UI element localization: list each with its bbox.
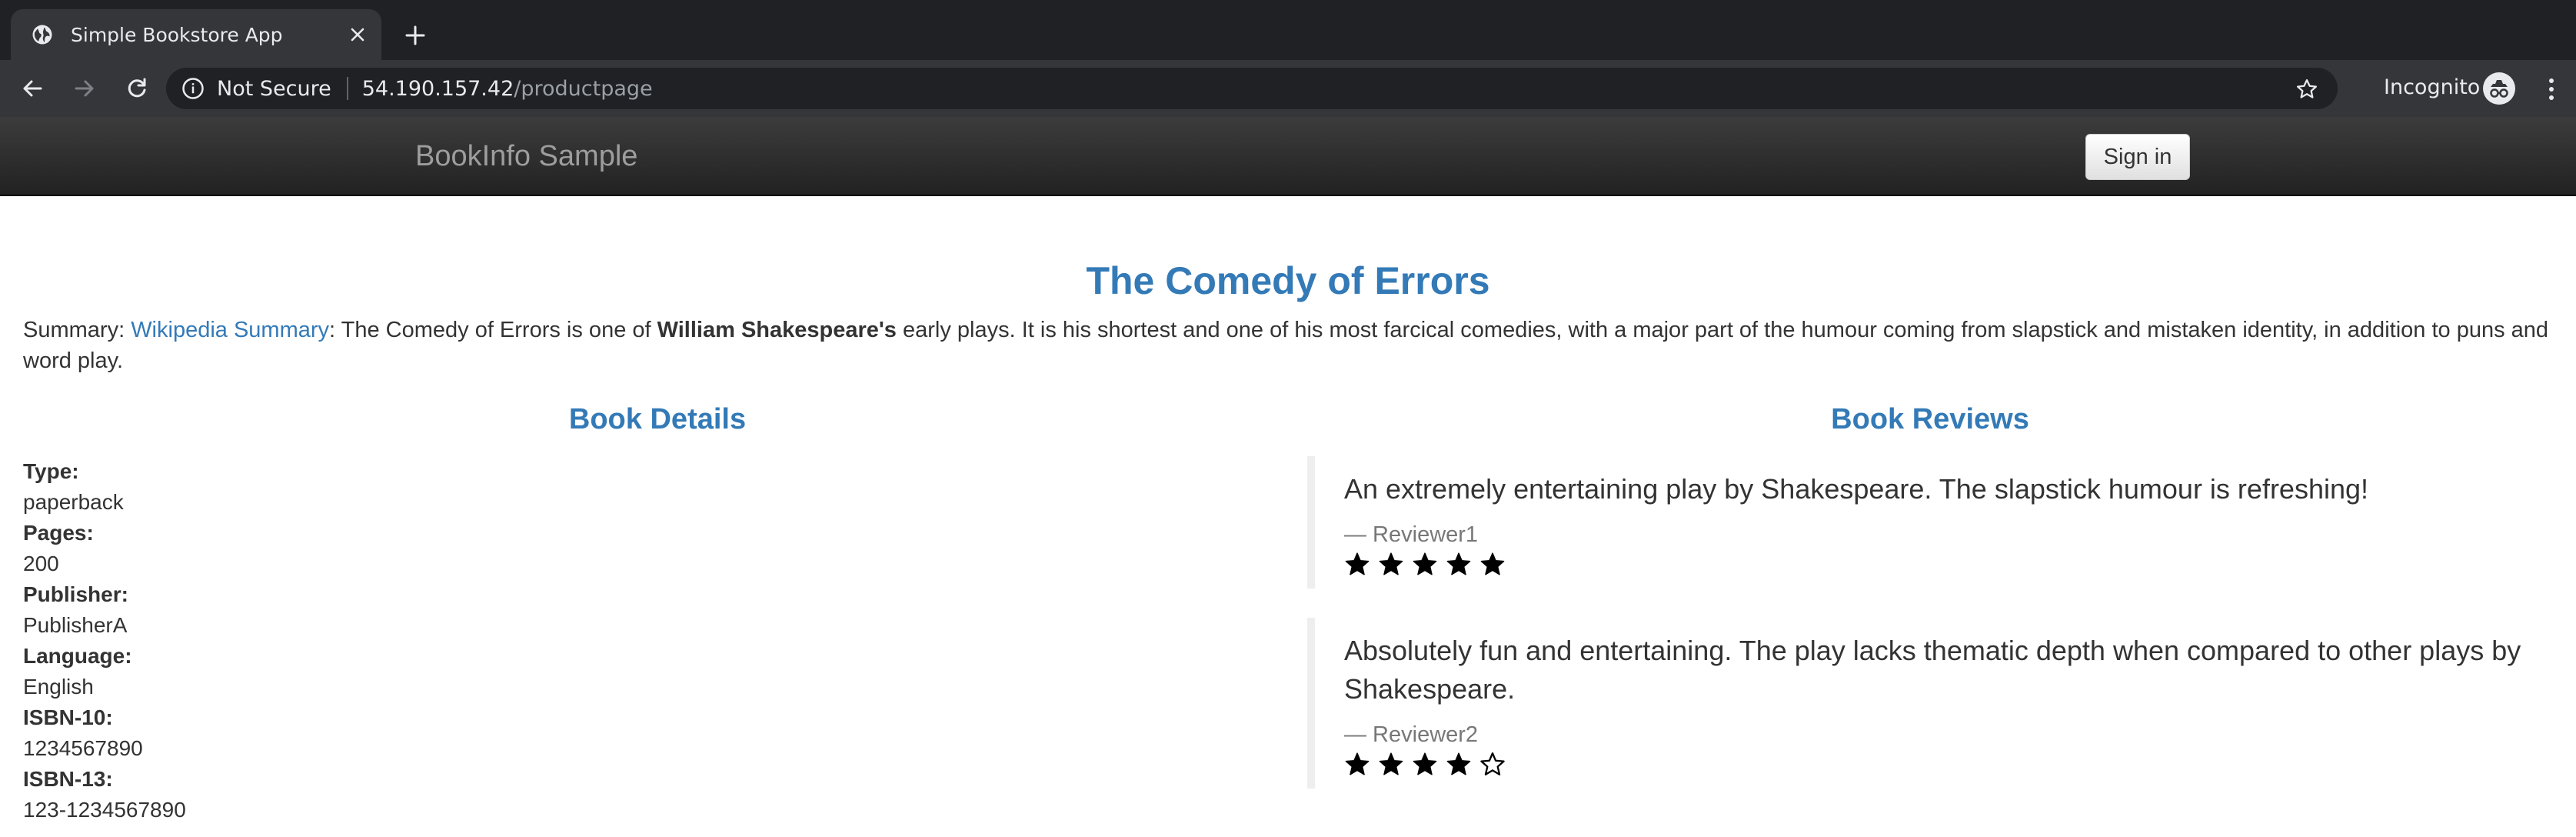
book-details-heading: Book Details [568, 403, 747, 435]
detail-label-publisher: Publisher: [23, 582, 128, 606]
sign-in-button[interactable]: Sign in [2085, 134, 2190, 180]
main-content: The Comedy of Errors Summary: Wikipedia … [0, 196, 2576, 825]
review-item: An extremely entertaining play by Shakes… [1307, 456, 2553, 589]
tab-title: Simple Bookstore App [71, 23, 283, 46]
incognito-icon[interactable] [2482, 72, 2516, 105]
star-filled-icon [1345, 752, 1370, 775]
book-reviews-heading: Book Reviews [1831, 403, 2029, 435]
site-navbar: BookInfo Sample Sign in [0, 117, 2576, 196]
star-filled-icon [1446, 552, 1471, 575]
back-arrow-icon[interactable] [11, 67, 54, 110]
review-text: An extremely entertaining play by Shakes… [1344, 473, 2369, 505]
content-columns: Book Details Type: paperback Pages: 200 … [23, 399, 2553, 825]
star-filled-icon [1345, 552, 1370, 575]
book-reviews-section: Book Reviews An extremely entertaining p… [1307, 399, 2553, 825]
star-filled-icon [1413, 552, 1437, 575]
star-filled-icon [1446, 752, 1471, 775]
star-rating [1344, 752, 2553, 778]
incognito-label: Incognito [2384, 75, 2481, 99]
close-tab-icon[interactable] [344, 22, 371, 48]
detail-value-isbn13: 123-1234567890 [23, 798, 186, 822]
browser-toolbar: Not Secure 54.190.157.42 /productpage In… [0, 60, 2576, 117]
new-tab-plus-icon[interactable] [400, 20, 431, 51]
address-bar[interactable]: Not Secure 54.190.157.42 /productpage [166, 68, 2338, 109]
star-filled-icon [1480, 552, 1505, 575]
detail-label-language: Language: [23, 644, 132, 668]
page-title: The Comedy of Errors [1086, 259, 1490, 302]
bookmark-star-icon[interactable] [2291, 74, 2322, 105]
detail-value-language: English [23, 675, 94, 699]
browser-tabstrip: Simple Bookstore App [0, 0, 2576, 60]
url-path: /productpage [514, 76, 653, 101]
url-host: 54.190.157.42 [361, 76, 514, 101]
summary-author: William Shakespeare's [657, 318, 897, 342]
review-item: Absolutely fun and entertaining. The pla… [1307, 618, 2553, 789]
address-separator [346, 77, 348, 100]
summary-text-1: : The Comedy of Errors is one of [329, 318, 657, 342]
star-filled-icon [1379, 552, 1403, 575]
summary-label: Summary: [23, 318, 131, 342]
detail-value-type: paperback [23, 490, 124, 514]
forward-arrow-icon[interactable] [63, 67, 106, 110]
kebab-menu-icon[interactable] [2538, 74, 2565, 105]
info-icon[interactable] [181, 77, 205, 100]
product-summary: Summary: Wikipedia Summary: The Comedy o… [23, 315, 2553, 376]
detail-value-publisher: PublisherA [23, 613, 128, 637]
detail-label-type: Type: [23, 459, 79, 483]
detail-value-pages: 200 [23, 552, 59, 575]
star-empty-icon [1480, 752, 1505, 775]
book-details-section: Book Details Type: paperback Pages: 200 … [23, 399, 1292, 825]
book-details-list: Type: paperback Pages: 200 Publisher: Pu… [23, 456, 1292, 825]
browser-tab[interactable]: Simple Bookstore App [11, 9, 381, 60]
review-author: — Reviewer2 [1344, 722, 1479, 747]
wikipedia-summary-link[interactable]: Wikipedia Summary [131, 318, 329, 342]
detail-value-isbn10: 1234567890 [23, 736, 143, 760]
review-text: Absolutely fun and entertaining. The pla… [1344, 635, 2521, 705]
security-status[interactable]: Not Secure [217, 77, 331, 101]
star-filled-icon [1413, 752, 1437, 775]
star-filled-icon [1379, 752, 1403, 775]
brand-link[interactable]: BookInfo Sample [415, 140, 637, 173]
detail-label-isbn10: ISBN-10: [23, 705, 113, 729]
review-author: — Reviewer1 [1344, 522, 1479, 547]
star-rating [1344, 552, 2553, 578]
reload-icon[interactable] [115, 67, 158, 110]
detail-label-isbn13: ISBN-13: [23, 767, 113, 791]
globe-icon [32, 25, 52, 45]
detail-label-pages: Pages: [23, 521, 94, 545]
